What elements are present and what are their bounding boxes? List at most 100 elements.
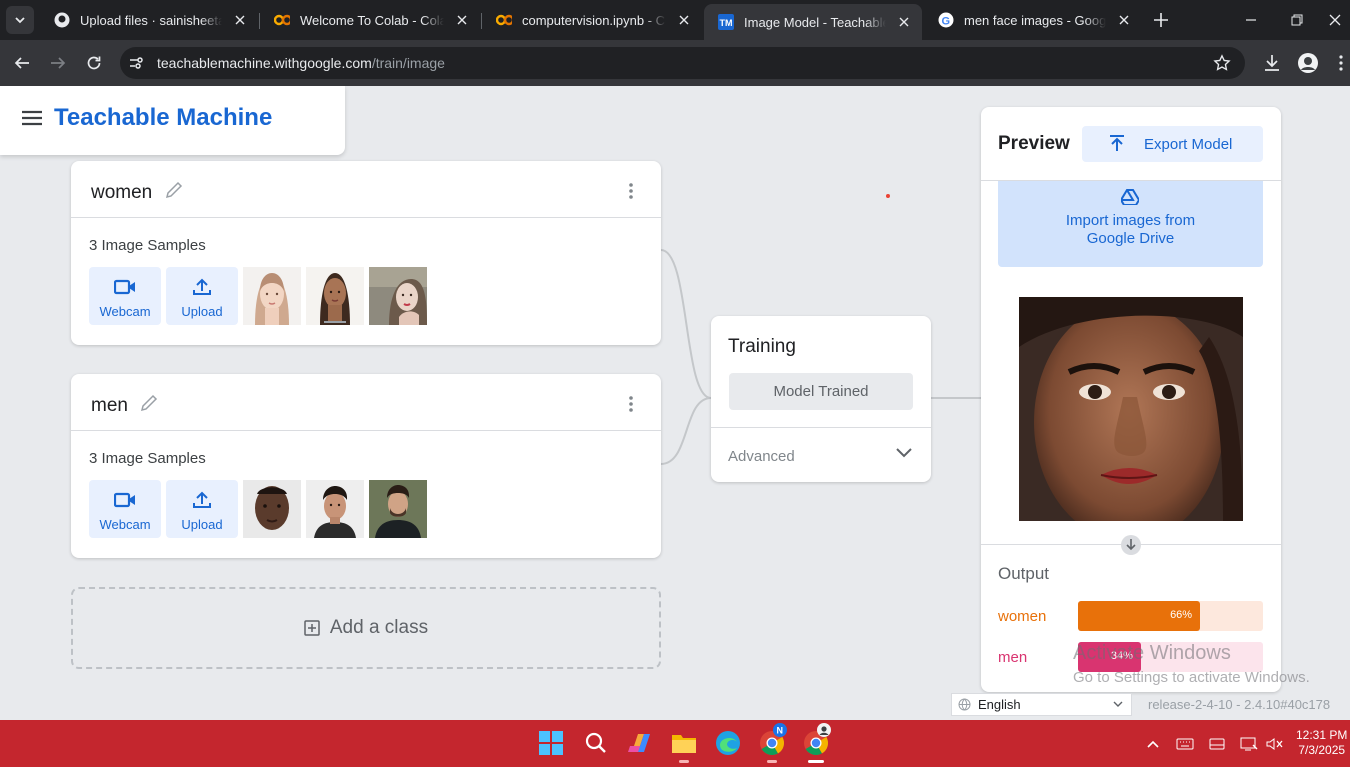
webcam-button[interactable]: Webcam (89, 480, 161, 538)
add-class-button[interactable]: Add a class (71, 587, 661, 669)
close-icon (1329, 14, 1341, 26)
arrow-down-icon (1121, 535, 1141, 555)
bookmark-star-icon[interactable] (1213, 54, 1231, 72)
close-icon[interactable] (894, 12, 914, 32)
reload-button[interactable] (80, 49, 108, 77)
tab-google-search[interactable]: G men face images - Google Search (924, 6, 1142, 34)
drive-label: Import images from Google Drive (1065, 212, 1196, 247)
class-name[interactable]: women (91, 182, 152, 204)
chrome-button[interactable]: N (757, 723, 787, 763)
add-box-icon (304, 620, 320, 636)
clock-time: 12:31 PM (1296, 728, 1348, 742)
speaker-muted-icon (1266, 738, 1283, 750)
tab-colab-welcome[interactable]: Welcome To Colab - Colab (260, 6, 480, 34)
arrow-right-icon (51, 57, 66, 69)
system-clock[interactable]: 12:31 PM 7/3/2025 (1296, 728, 1347, 758)
upload-label: Upload (181, 304, 223, 319)
edge-icon (716, 731, 740, 755)
tab-search-button[interactable] (6, 6, 34, 34)
profile-badge-icon: N (773, 723, 787, 737)
class-name[interactable]: men (91, 395, 128, 417)
sample-thumbnail[interactable] (369, 480, 427, 538)
new-tab-button[interactable] (1150, 9, 1172, 31)
restore-button[interactable] (1274, 0, 1320, 40)
colab-icon (274, 12, 290, 28)
class-options-icon[interactable] (623, 181, 639, 201)
webcam-button[interactable]: Webcam (89, 267, 161, 325)
sample-thumbnail[interactable] (306, 267, 364, 325)
close-window-button[interactable] (1320, 0, 1350, 40)
training-card: Training Model Trained Advanced (711, 316, 931, 482)
downloads-button[interactable] (1260, 51, 1284, 75)
sample-thumbnail[interactable] (243, 480, 301, 538)
app-title: Teachable Machine (54, 104, 273, 131)
training-title: Training (728, 336, 796, 357)
network-tray-button[interactable] (1239, 734, 1259, 754)
chevron-down-icon (1113, 701, 1123, 707)
taskbar-search-button[interactable] (581, 728, 611, 758)
colab-icon (496, 12, 512, 28)
address-bar[interactable]: teachablemachine.withgoogle.com/train/im… (120, 47, 1245, 79)
webcam-label: Webcam (99, 517, 151, 532)
confidence-bar: 34% (1078, 642, 1141, 672)
show-hidden-icons-button[interactable] (1143, 734, 1163, 754)
close-icon[interactable] (674, 10, 694, 30)
chevron-down-icon[interactable] (894, 446, 914, 460)
edge-button[interactable] (713, 728, 743, 758)
class-card-men: men 3 Image Samples Webcam Upload (71, 374, 661, 558)
profile-badge-icon (817, 723, 831, 737)
start-button[interactable] (536, 728, 566, 758)
display-icon (1209, 738, 1225, 750)
minimize-icon (1246, 19, 1256, 21)
edit-pencil-icon[interactable] (164, 180, 184, 200)
video-camera-icon (114, 279, 135, 295)
keyboard-tray-button[interactable] (1175, 734, 1195, 754)
pen-tray-button[interactable] (1207, 734, 1227, 754)
restore-icon (1291, 14, 1303, 26)
svg-text:N: N (777, 726, 784, 736)
copilot-button[interactable] (625, 728, 655, 758)
export-upload-icon (1110, 135, 1124, 151)
sample-thumbnail[interactable] (306, 480, 364, 538)
hamburger-menu-icon[interactable] (22, 110, 42, 126)
minimize-button[interactable] (1228, 0, 1274, 40)
teachable-machine-icon: TM (718, 14, 734, 30)
avatar (1298, 53, 1318, 73)
windows-taskbar: N 12:31 PM 7/3/2025 (0, 720, 1350, 767)
upload-button[interactable]: Upload (166, 267, 238, 325)
download-icon (1265, 55, 1279, 71)
reload-icon (87, 56, 101, 70)
google-drive-import-button[interactable]: Import images from Google Drive (998, 181, 1263, 267)
edit-pencil-icon[interactable] (139, 393, 159, 413)
globe-icon (958, 698, 971, 711)
site-info-icon[interactable] (128, 55, 144, 71)
profile-button[interactable] (1296, 51, 1320, 75)
sample-thumbnail[interactable] (243, 267, 301, 325)
tab-github-upload[interactable]: Upload files · sainisheetal2003 (40, 6, 258, 34)
close-icon[interactable] (452, 10, 472, 30)
video-camera-icon (114, 492, 135, 508)
volume-tray-button[interactable] (1265, 734, 1285, 754)
upload-button[interactable]: Upload (166, 480, 238, 538)
preview-image (1019, 297, 1243, 521)
file-explorer-button[interactable] (669, 728, 699, 763)
back-button[interactable] (8, 49, 36, 77)
browser-menu-button[interactable] (1332, 51, 1350, 75)
sample-thumbnail[interactable] (369, 267, 427, 325)
forward-button[interactable] (44, 49, 72, 77)
tab-colab-notebook[interactable]: computervision.ipynb - Colab (482, 6, 702, 34)
upload-label: Upload (181, 517, 223, 532)
preview-panel: Preview Export Model Import images from … (981, 107, 1281, 692)
output-label: men (998, 649, 1028, 666)
class-options-icon[interactable] (623, 394, 639, 414)
chrome-profile-button[interactable] (801, 723, 831, 763)
advanced-label[interactable]: Advanced (728, 448, 795, 465)
language-select[interactable]: English (951, 693, 1132, 716)
tab-teachable-machine[interactable]: TM Image Model - Teachable Machine (704, 4, 922, 40)
plus-icon (1154, 13, 1168, 27)
close-icon[interactable] (230, 10, 250, 30)
model-trained-button[interactable]: Model Trained (729, 373, 913, 410)
preview-title: Preview (998, 133, 1070, 154)
close-icon[interactable] (1114, 10, 1134, 30)
export-model-button[interactable]: Export Model (1082, 126, 1263, 162)
